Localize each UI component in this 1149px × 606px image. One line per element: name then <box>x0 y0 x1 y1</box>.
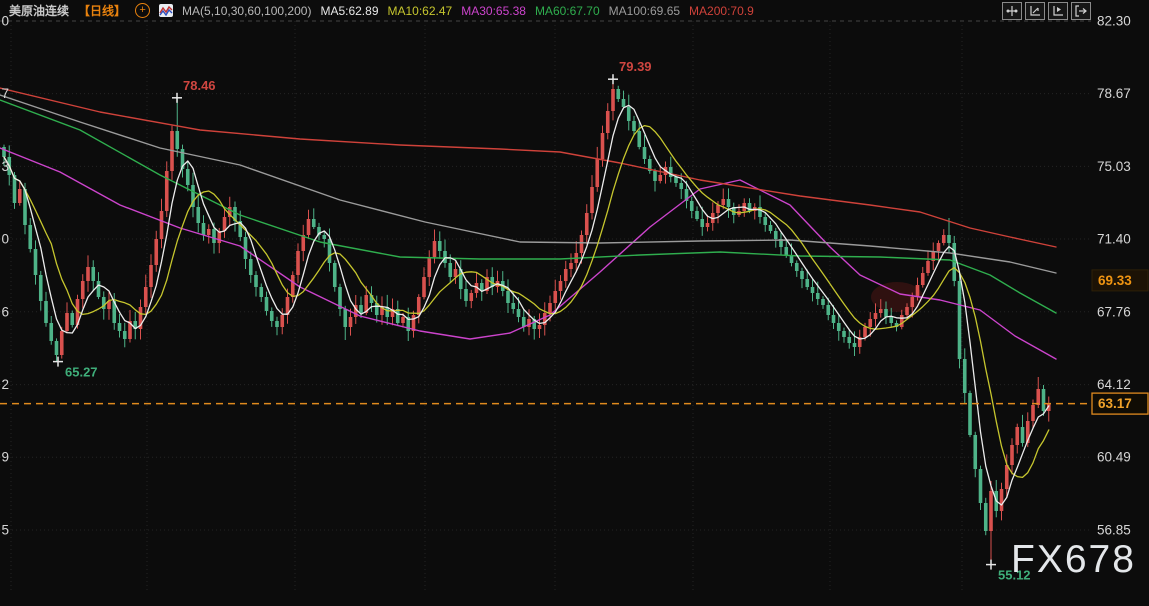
ma200-value: MA200:70.9 <box>689 3 754 18</box>
axis-tick-label: 60.49 <box>1097 450 1131 465</box>
price-annotations: 78.4679.3965.2755.12 <box>53 59 1031 583</box>
grid-lines <box>0 20 1091 592</box>
ma100-value: MA100:69.65 <box>608 3 681 18</box>
axis-tick-label: 64.12 <box>1097 377 1131 392</box>
ma-settings-label: MA(5,10,30,60,100,200) <box>182 3 312 18</box>
left-axis-digit: 0 <box>1 232 9 247</box>
extreme-price-label: 79.39 <box>619 59 652 74</box>
left-axis-digit: 5 <box>1 523 9 538</box>
price-chart-canvas[interactable]: 78.46 79.39 65.27 55.12 82.30 78.67 75.03 71.40… <box>0 0 1149 601</box>
axis-tick-label: 75.03 <box>1097 159 1131 174</box>
add-indicator-icon[interactable]: + <box>135 3 151 18</box>
timeframe-label[interactable]: 【日线】 <box>78 2 126 19</box>
ma60-line <box>0 99 1057 314</box>
axis-tick-label: 82.30 <box>1097 14 1131 29</box>
symbol-name[interactable]: 美原油连续 <box>9 2 69 19</box>
left-axis-digit: 9 <box>1 450 9 465</box>
ma30-line <box>0 147 1057 360</box>
extreme-price-label: 78.46 <box>183 78 216 93</box>
ma5-value: MA5:62.89 <box>320 3 379 18</box>
crosshair-icon[interactable] <box>1002 2 1022 20</box>
axis-tick-label: 56.85 <box>1097 523 1131 538</box>
chart-header: 美原油连续 【日线】 + MA(5,10,30,60,100,200) MA5:… <box>0 0 754 21</box>
time-scale-icon[interactable] <box>1048 2 1068 20</box>
logo-blob-watermark <box>871 282 923 312</box>
marker-price-value: 69.33 <box>1098 273 1132 288</box>
ma100-line <box>0 94 1057 274</box>
extreme-price-label: 65.27 <box>65 365 98 380</box>
fx678-watermark: FX678 <box>1011 538 1136 581</box>
exit-fullscreen-icon[interactable] <box>1071 2 1091 20</box>
left-axis-digit: 2 <box>1 377 9 392</box>
ma10-value: MA10:62.47 <box>387 3 453 18</box>
left-axis-digit: 3 <box>1 159 9 174</box>
price-scale-icon[interactable] <box>1025 2 1045 20</box>
axis-tick-label: 78.67 <box>1097 86 1131 101</box>
axis-tick-label: 71.40 <box>1097 232 1131 247</box>
last-price-value: 63.17 <box>1098 396 1132 411</box>
left-axis-digit: 6 <box>1 304 9 319</box>
price-axis[interactable]: 82.30 78.67 75.03 71.40 67.76 64.12 60.49 56.85… <box>1091 14 1149 538</box>
candles-layer <box>2 79 1051 565</box>
left-axis-partial-labels: 07306295 <box>1 14 9 538</box>
candlestick-chart: 78.4679.3965.2755.1282.3078.6775.0371.40… <box>0 14 1149 592</box>
chart-toolbar <box>1002 2 1091 20</box>
mini-chart-icon[interactable] <box>159 4 174 17</box>
left-axis-digit: 7 <box>1 86 9 101</box>
axis-tick-label: 67.76 <box>1097 304 1131 319</box>
ma200-line <box>0 87 1057 248</box>
ma60-value: MA60:67.70 <box>534 3 600 18</box>
ma30-value: MA30:65.38 <box>461 3 526 18</box>
